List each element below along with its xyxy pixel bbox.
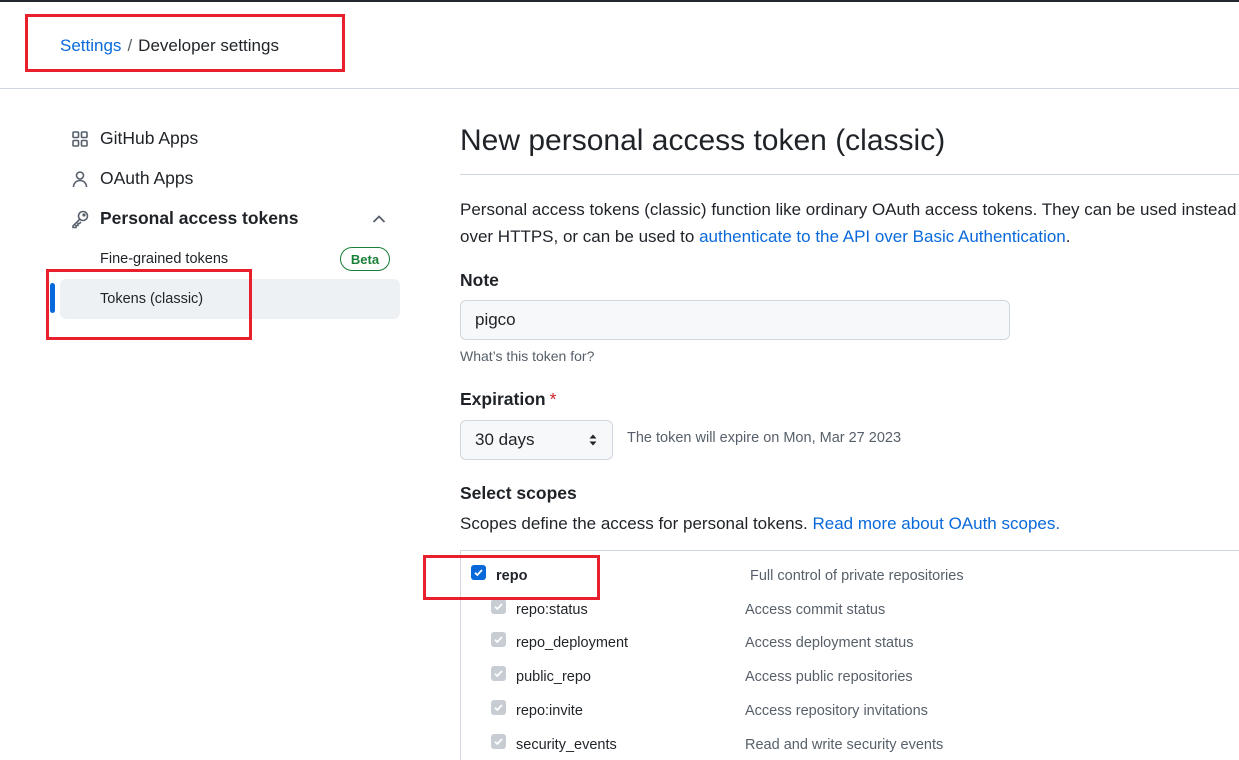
- scope-name: public_repo: [516, 669, 591, 685]
- scope-checkbox[interactable]: [491, 700, 506, 715]
- scope-row-repo-status: repo:status Access commit status: [0, 596, 1239, 624]
- expiration-select[interactable]: 30 days: [460, 420, 613, 460]
- sidebar-item-label: GitHub Apps: [100, 128, 199, 148]
- expiration-select-value: 30 days: [475, 430, 535, 449]
- note-label: Note: [460, 270, 499, 290]
- expiration-label: Expiration *: [460, 389, 556, 410]
- chevron-up-icon[interactable]: [370, 210, 388, 228]
- scope-description: Full control of private repositories: [750, 568, 964, 584]
- sidebar-item-label: Personal access tokens: [100, 208, 299, 228]
- oauth-scopes-link[interactable]: Read more about OAuth scopes.: [812, 514, 1060, 533]
- scope-description: Access repository invitations: [745, 703, 928, 719]
- page-title: New personal access token (classic): [460, 124, 946, 157]
- key-icon: [70, 209, 90, 229]
- scope-description: Access deployment status: [745, 635, 914, 651]
- scope-name: security_events: [516, 737, 617, 753]
- person-icon: [70, 169, 90, 189]
- scope-row-repo-deployment: repo_deployment Access deployment status: [0, 629, 1239, 657]
- scope-row-repo: repo Full control of private repositorie…: [0, 562, 1239, 590]
- scopes-box-border: [460, 550, 1239, 551]
- apps-grid-icon: [70, 129, 90, 149]
- active-indicator: [50, 283, 55, 313]
- scope-checkbox[interactable]: [491, 734, 506, 749]
- scope-row-repo-invite: repo:invite Access repository invitation…: [0, 697, 1239, 725]
- scope-description: Read and write security events: [745, 737, 944, 753]
- required-marker: *: [549, 389, 557, 409]
- expiration-note: The token will expire on Mon, Mar 27 202…: [627, 430, 902, 446]
- description-punctuation: .: [1065, 227, 1071, 246]
- title-divider: [460, 174, 1239, 175]
- scope-name: repo:status: [516, 602, 588, 618]
- scope-row-public-repo: public_repo Access public repositories: [0, 663, 1239, 691]
- sidebar-subitem-fine-grained[interactable]: Fine-grained tokens: [100, 251, 228, 267]
- scope-checkbox[interactable]: [471, 565, 486, 580]
- scope-checkbox[interactable]: [491, 632, 506, 647]
- beta-badge: Beta: [340, 247, 390, 271]
- note-input[interactable]: pigco: [460, 300, 1010, 340]
- breadcrumb-current: Developer settings: [138, 36, 279, 55]
- sidebar-item-oauth-apps[interactable]: OAuth Apps: [70, 168, 193, 189]
- scope-checkbox[interactable]: [491, 599, 506, 614]
- breadcrumb: Settings / Developer settings: [60, 36, 279, 56]
- scope-description: Access commit status: [745, 602, 886, 618]
- breadcrumb-settings-link[interactable]: Settings: [60, 36, 121, 56]
- scope-description: Access public repositories: [745, 669, 913, 685]
- scope-name: repo: [496, 568, 528, 584]
- description-line: Personal access tokens (classic) functio…: [460, 200, 1237, 219]
- note-input-value: pigco: [475, 310, 516, 329]
- sidebar-subitem-tokens-classic[interactable]: Tokens (classic): [100, 291, 203, 307]
- scope-row-security-events: security_events Read and write security …: [0, 731, 1239, 759]
- scope-name: repo_deployment: [516, 635, 629, 651]
- scope-checkbox[interactable]: [491, 666, 506, 681]
- breadcrumb-separator: /: [127, 36, 133, 55]
- select-arrows-icon: [589, 434, 597, 446]
- sidebar-item-personal-access-tokens[interactable]: Personal access tokens: [70, 208, 298, 229]
- basic-auth-link[interactable]: authenticate to the API over Basic Authe…: [699, 227, 1066, 246]
- sidebar-item-label: OAuth Apps: [100, 168, 194, 188]
- page-header: Settings / Developer settings: [0, 2, 1239, 89]
- sidebar-item-github-apps[interactable]: GitHub Apps: [70, 128, 198, 149]
- description-line: over HTTPS, or can be used to: [460, 227, 700, 246]
- scopes-description: Scopes define the access for personal to…: [460, 514, 1060, 534]
- scope-name: repo:invite: [516, 703, 583, 719]
- scopes-label: Select scopes: [460, 483, 577, 503]
- note-hint: What’s this token for?: [460, 348, 595, 364]
- expiration-label-text: Expiration: [460, 389, 546, 409]
- page-description: Personal access tokens (classic) functio…: [460, 196, 1239, 250]
- scopes-description-text: Scopes define the access for personal to…: [460, 514, 813, 533]
